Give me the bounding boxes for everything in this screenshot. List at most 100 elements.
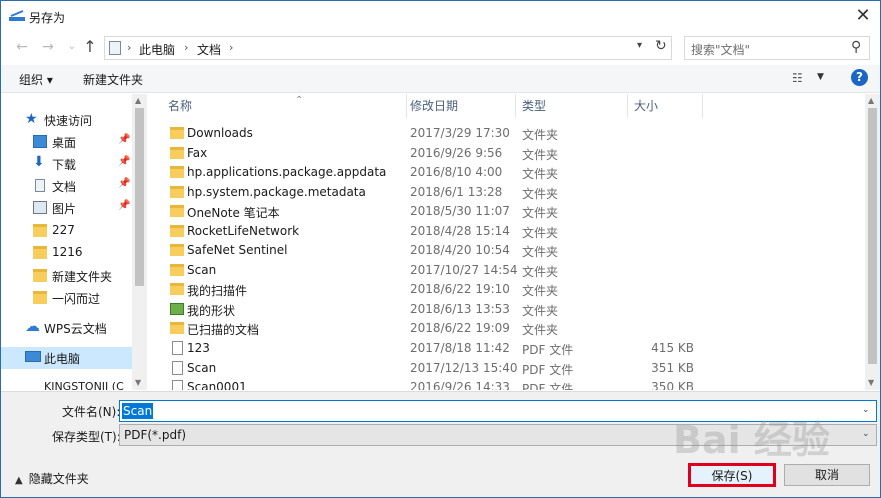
file-date: 2018/6/13 13:53 xyxy=(410,302,510,316)
column-header-size[interactable]: 大小 xyxy=(628,94,703,118)
column-header-name[interactable]: 名称 ⌃ xyxy=(162,94,407,118)
file-row[interactable]: Scan0001 2016/9/26 14:33 PDF 文件 350 KB xyxy=(148,378,865,390)
nav-item-folder-yishan[interactable]: 一闪而过 xyxy=(1,287,132,309)
search-icon[interactable]: ⚲ xyxy=(851,39,861,55)
file-type: 文件夹 xyxy=(522,167,559,181)
recent-locations-chevron-icon[interactable]: ⌄ xyxy=(63,38,81,56)
file-type: 文件夹 xyxy=(522,128,559,142)
refresh-icon[interactable]: ↻ xyxy=(655,38,667,54)
file-row[interactable]: Downloads 2017/3/29 17:30 文件夹 xyxy=(148,124,865,144)
file-type: PDF 文件 xyxy=(522,382,574,390)
filetype-dropdown-icon[interactable]: ⌄ xyxy=(862,429,870,439)
breadcrumb-separator-icon[interactable]: › xyxy=(184,41,188,54)
filetype-select[interactable]: PDF(*.pdf) ⌄ xyxy=(119,424,877,446)
file-type: PDF 文件 xyxy=(522,343,574,357)
hide-folders-toggle[interactable]: ▲ 隐藏文件夹 xyxy=(15,470,89,487)
pin-icon[interactable]: 📌 xyxy=(118,200,130,211)
filetype-value: PDF(*.pdf) xyxy=(124,428,187,442)
file-row[interactable]: 123 2017/8/18 11:42 PDF 文件 415 KB xyxy=(148,339,865,359)
nav-item-label: 此电脑 xyxy=(44,352,81,366)
column-header-type[interactable]: 类型 xyxy=(516,94,628,118)
computer-icon xyxy=(25,351,41,362)
help-icon[interactable]: ? xyxy=(851,69,868,86)
nav-item-new-folder[interactable]: 新建文件夹 xyxy=(1,265,132,287)
file-row[interactable]: hp.applications.package.appdata 2016/8/1… xyxy=(148,163,865,183)
cancel-button[interactable]: 取消 xyxy=(784,464,870,486)
file-row[interactable]: Fax 2016/9/26 9:56 文件夹 xyxy=(148,144,865,164)
breadcrumb-separator-icon[interactable]: › xyxy=(229,41,233,54)
scroll-up-icon[interactable]: ▲ xyxy=(868,96,874,105)
file-row[interactable]: 已扫描的文档 2018/6/22 19:09 文件夹 xyxy=(148,319,865,339)
file-date: 2018/6/1 13:28 xyxy=(410,185,503,199)
filetype-label: 保存类型(T): xyxy=(52,430,121,444)
file-date: 2018/4/20 10:54 xyxy=(410,243,510,257)
file-list-scrollbar[interactable]: ▲ ▼ xyxy=(865,94,880,390)
folder-icon xyxy=(170,186,184,198)
scroll-down-icon[interactable]: ▼ xyxy=(868,378,874,387)
nav-item-this-pc[interactable]: 此电脑 xyxy=(1,347,132,369)
nav-item-folder-1216[interactable]: 1216 xyxy=(1,242,132,264)
scroll-up-icon[interactable]: ▲ xyxy=(135,96,141,105)
nav-item-downloads[interactable]: ⬇ 下载 📌 xyxy=(1,153,132,175)
search-placeholder: 搜索"文档" xyxy=(691,43,751,57)
file-name: 已扫描的文档 xyxy=(187,323,260,337)
navigation-scrollbar[interactable]: ▲ ▼ xyxy=(132,94,147,390)
folder-icon xyxy=(170,264,184,276)
up-arrow-icon[interactable]: ↑ xyxy=(81,38,99,56)
forward-arrow-icon[interactable]: → xyxy=(39,38,57,56)
nav-item-drive-c[interactable]: KINGSTONII (C xyxy=(1,377,132,390)
folder-icon xyxy=(170,225,184,237)
pin-icon[interactable]: 📌 xyxy=(118,178,130,189)
navigation-pane: ★ 快速访问 桌面 📌 ⬇ 下载 📌 文档 📌 图片 📌 227 1216 新建… xyxy=(1,94,147,390)
close-button[interactable]: ✕ xyxy=(847,3,879,29)
pin-icon[interactable]: 📌 xyxy=(118,156,130,167)
folder-icon xyxy=(33,246,47,259)
address-bar[interactable]: › 此电脑 › 文档 › ▾ ↻ xyxy=(104,36,672,60)
filename-input[interactable]: Scan ⌄ xyxy=(119,400,877,422)
file-type: 文件夹 xyxy=(522,226,559,240)
folder-icon xyxy=(170,283,184,295)
file-row[interactable]: Scan 2017/12/13 15:40 PDF 文件 351 KB xyxy=(148,359,865,379)
file-name: 123 xyxy=(187,341,210,355)
file-row[interactable]: 我的形状 2018/6/13 13:53 文件夹 xyxy=(148,300,865,320)
file-row[interactable]: hp.system.package.metadata 2018/6/1 13:2… xyxy=(148,183,865,203)
nav-item-documents[interactable]: 文档 📌 xyxy=(1,175,132,197)
address-dropdown-icon[interactable]: ▾ xyxy=(637,40,642,51)
scrollbar-thumb[interactable] xyxy=(135,108,144,286)
scrollbar-thumb[interactable] xyxy=(868,108,877,364)
breadcrumb-separator-icon[interactable]: › xyxy=(127,41,131,54)
nav-item-desktop[interactable]: 桌面 📌 xyxy=(1,131,132,153)
save-button[interactable]: 保存(S) xyxy=(688,463,776,487)
nav-item-label: WPS云文档 xyxy=(44,322,107,336)
file-row[interactable]: 我的扫描件 2018/6/22 19:10 文件夹 xyxy=(148,280,865,300)
nav-item-label: 图片 xyxy=(52,202,77,216)
pin-icon[interactable]: 📌 xyxy=(118,134,130,145)
file-name: 我的形状 xyxy=(187,304,236,318)
new-folder-button[interactable]: 新建文件夹 xyxy=(83,71,143,88)
nav-item-wps-cloud[interactable]: ☁ WPS云文档 xyxy=(1,317,132,339)
column-header-date[interactable]: 修改日期 xyxy=(404,94,516,118)
filename-dropdown-icon[interactable]: ⌄ xyxy=(862,405,870,415)
folder-icon xyxy=(33,291,47,304)
search-input[interactable]: 搜索"文档" ⚲ xyxy=(684,36,870,60)
file-row[interactable]: SafeNet Sentinel 2018/4/20 10:54 文件夹 xyxy=(148,241,865,261)
pdf-icon xyxy=(172,380,183,390)
file-row[interactable]: OneNote 笔记本 2018/5/30 11:07 文件夹 xyxy=(148,202,865,222)
view-options-icon[interactable]: ☷ xyxy=(792,71,803,85)
nav-item-label: KINGSTONII (C xyxy=(44,380,124,390)
folder-icon xyxy=(170,205,184,217)
breadcrumb-this-pc[interactable]: 此电脑 xyxy=(139,41,175,58)
nav-item-pictures[interactable]: 图片 📌 xyxy=(1,197,132,219)
breadcrumb-documents[interactable]: 文档 xyxy=(197,41,221,58)
scroll-down-icon[interactable]: ▼ xyxy=(135,378,141,387)
file-date: 2018/4/28 15:14 xyxy=(410,224,510,238)
view-dropdown-icon[interactable]: ▼ xyxy=(817,72,824,82)
nav-item-folder-227[interactable]: 227 xyxy=(1,220,132,242)
organize-menu[interactable]: 组织 ▾ xyxy=(19,71,53,88)
file-type: 文件夹 xyxy=(522,304,559,318)
back-arrow-icon[interactable]: ← xyxy=(13,38,31,56)
nav-item-quick-access[interactable]: ★ 快速访问 xyxy=(1,109,132,131)
file-row[interactable]: RocketLifeNetwork 2018/4/28 15:14 文件夹 xyxy=(148,222,865,242)
file-type: 文件夹 xyxy=(522,323,559,337)
file-row[interactable]: Scan 2017/10/27 14:54 文件夹 xyxy=(148,261,865,281)
